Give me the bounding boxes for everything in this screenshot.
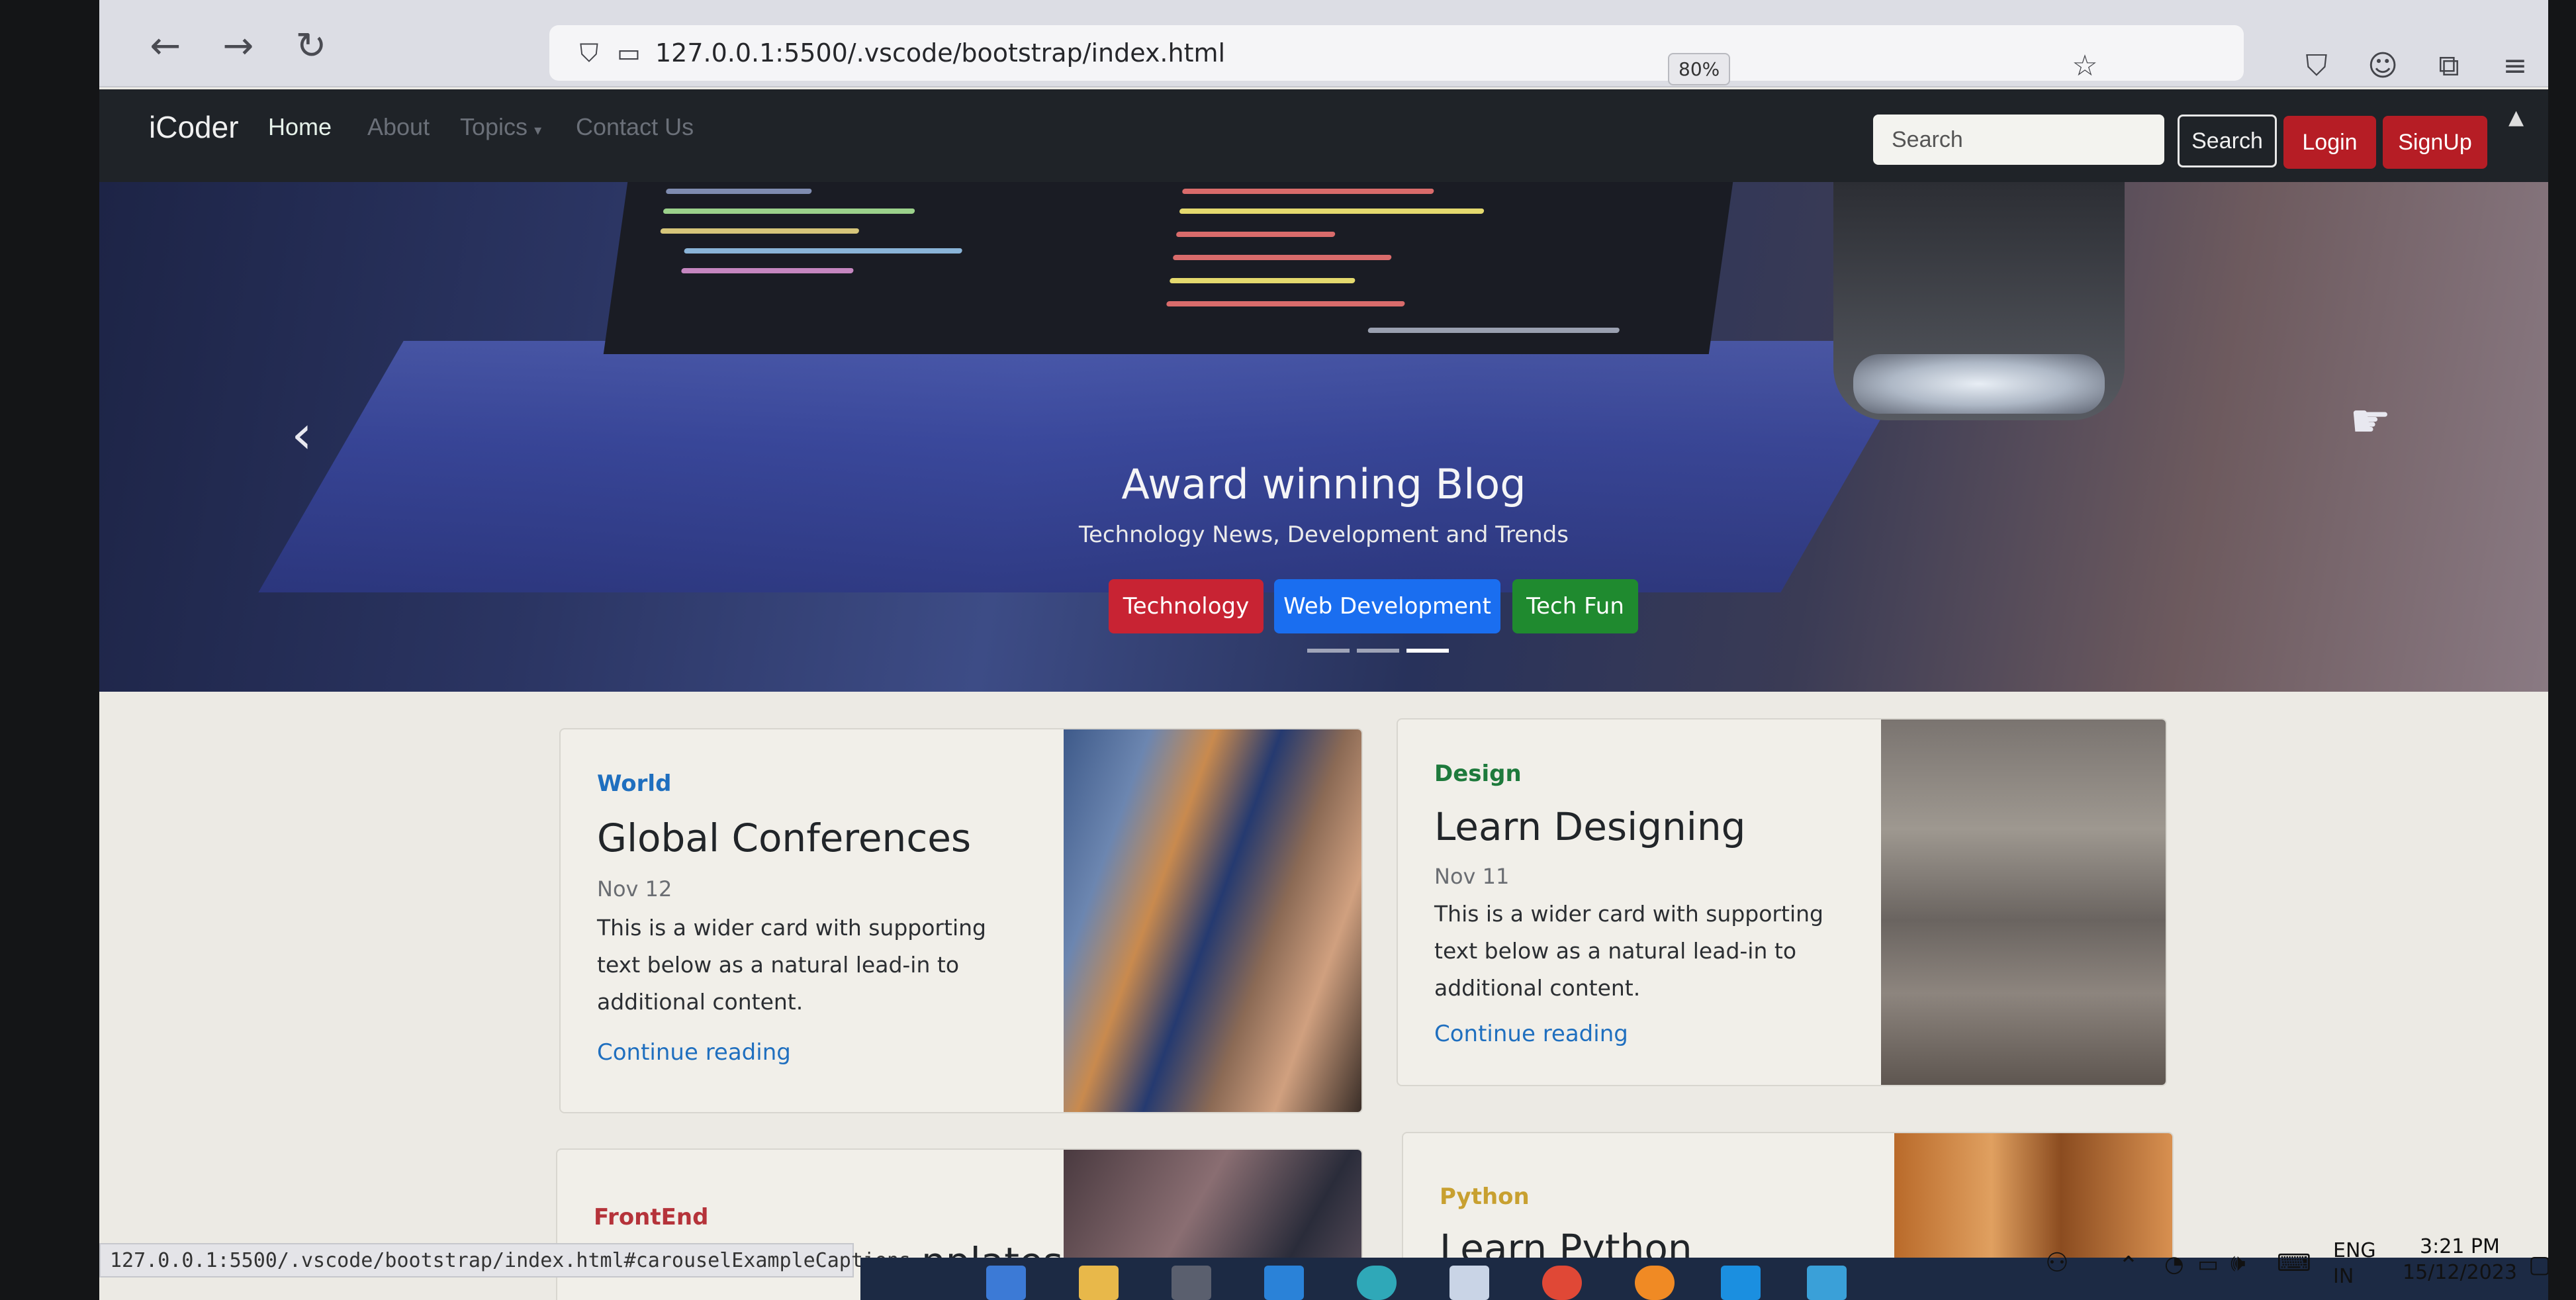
notification-icon[interactable]: ▢ (2528, 1251, 2548, 1278)
login-button[interactable]: Login (2283, 116, 2376, 169)
nav-home[interactable]: Home (268, 113, 332, 141)
battery-icon[interactable]: ▭ (2197, 1251, 2219, 1277)
laptop-screen-image (603, 182, 1733, 354)
search-input[interactable]: Search (1873, 115, 2164, 165)
technology-button[interactable]: Technology (1109, 579, 1264, 633)
store-icon[interactable] (1172, 1266, 1211, 1300)
zoom-level-badge[interactable]: 80% (1668, 53, 1731, 85)
lang-code: ENG (2333, 1239, 2376, 1262)
card-description: This is a wider card with supporting tex… (597, 915, 986, 1015)
carousel-indicator-2[interactable] (1357, 649, 1399, 653)
chevron-down-icon: ▾ (534, 122, 542, 138)
carousel-title: Award winning Blog (1121, 460, 1526, 508)
search-button[interactable]: Search (2178, 115, 2277, 167)
carousel-prev-icon[interactable]: ‹ (291, 404, 312, 465)
card-design: Design Learn Designing Nov 11 This is a … (1397, 718, 2167, 1086)
back-icon[interactable]: ← (139, 20, 192, 73)
chrome-icon[interactable] (1542, 1266, 1582, 1300)
carousel-subtitle: Technology News, Development and Trends (1079, 522, 1569, 548)
region-code: IN (2333, 1265, 2354, 1288)
clock-time: 3:21 PM (2420, 1235, 2500, 1258)
forward-icon[interactable]: → (212, 20, 265, 73)
menu-icon[interactable]: ≡ (2495, 46, 2535, 86)
continue-reading-link[interactable]: Continue reading (1434, 1021, 1628, 1047)
card-category: World (597, 770, 672, 797)
mail-icon[interactable] (1264, 1266, 1304, 1300)
card-title: Learn Designing (1434, 804, 1746, 849)
card-date: Nov 11 (1434, 864, 1510, 889)
site-navbar: iCoder Home About Topics ▾ Contact Us Se… (99, 89, 2548, 182)
hero-carousel: ‹ ☛ Award winning Blog Technology News, … (99, 182, 2548, 692)
vscode-icon[interactable] (1721, 1266, 1761, 1300)
nav-topics[interactable]: Topics ▾ (460, 113, 541, 141)
glass-rim-image (1853, 354, 2105, 414)
taskbar-app-icon[interactable] (986, 1266, 1026, 1300)
carousel-indicator-3[interactable] (1406, 649, 1449, 653)
carousel-caption: Award winning Blog Technology News, Deve… (99, 460, 2548, 548)
tray-language[interactable]: ENG IN (2333, 1239, 2376, 1288)
web-development-button[interactable]: Web Development (1274, 579, 1500, 633)
firefox-icon[interactable] (1635, 1266, 1675, 1300)
word-icon[interactable] (1449, 1266, 1489, 1300)
scrollbar-up-arrow[interactable]: ▲ (2508, 106, 2524, 129)
brand-logo[interactable]: iCoder (149, 109, 239, 145)
extensions-icon[interactable]: ⧉ (2429, 46, 2469, 86)
card-thumbnail-image (1881, 720, 2166, 1085)
url-text: 127.0.0.1:5500/.vscode/bootstrap/index.h… (655, 38, 1226, 68)
card-category: Design (1434, 761, 1522, 787)
settings-app-icon[interactable] (1807, 1266, 1847, 1300)
card-category: Python (1440, 1184, 1530, 1210)
signup-button[interactable]: SignUp (2383, 116, 2487, 169)
shield-icon: ⛉ (579, 38, 599, 68)
chevron-up-icon[interactable]: ⌃ (2118, 1251, 2139, 1280)
browser-toolbar: ← → ↻ ⛉ ▭ 127.0.0.1:5500/.vscode/bootstr… (99, 0, 2548, 87)
clock-date: 15/12/2023 (2403, 1261, 2517, 1284)
keyboard-icon[interactable]: ⌨ (2277, 1250, 2311, 1277)
wifi-icon[interactable]: ◔ (2164, 1251, 2184, 1277)
edge-icon[interactable] (1357, 1266, 1397, 1300)
continue-reading-link[interactable]: Continue reading (597, 1039, 791, 1066)
card-category: FrontEnd (594, 1204, 709, 1230)
page-icon: ▭ (617, 38, 641, 68)
card-world: World Global Conferences Nov 12 This is … (559, 728, 1363, 1113)
reload-icon[interactable]: ↻ (285, 20, 338, 73)
screen: ← → ↻ ⛉ ▭ 127.0.0.1:5500/.vscode/bootstr… (99, 0, 2548, 1300)
cursor-hand-icon: ☛ (2350, 394, 2391, 448)
people-icon[interactable]: ⚇ (2045, 1248, 2069, 1278)
account-icon[interactable]: ☺ (2363, 46, 2403, 86)
tech-fun-button[interactable]: Tech Fun (1512, 579, 1638, 633)
card-description: This is a wider card with supporting tex… (1434, 901, 1823, 1001)
nav-topics-label: Topics (460, 113, 528, 140)
carousel-indicator-1[interactable] (1307, 649, 1350, 653)
address-bar[interactable]: ⛉ ▭ 127.0.0.1:5500/.vscode/bootstrap/ind… (549, 25, 2244, 81)
bookmark-star-icon[interactable]: ☆ (2065, 46, 2105, 86)
volume-icon[interactable]: 🕪 (2231, 1250, 2246, 1277)
status-bar-url: 127.0.0.1:5500/.vscode/bootstrap/index.h… (99, 1243, 911, 1277)
card-date: Nov 12 (597, 876, 672, 902)
nav-contact[interactable]: Contact Us (576, 113, 694, 141)
pocket-icon[interactable]: ⛉ (2297, 46, 2336, 86)
card-title: Global Conferences (597, 815, 972, 860)
tray-clock[interactable]: 3:21 PM 15/12/2023 (2403, 1235, 2517, 1284)
nav-about[interactable]: About (367, 113, 430, 141)
card-thumbnail-image (1064, 729, 1361, 1112)
file-explorer-icon[interactable] (1079, 1266, 1119, 1300)
